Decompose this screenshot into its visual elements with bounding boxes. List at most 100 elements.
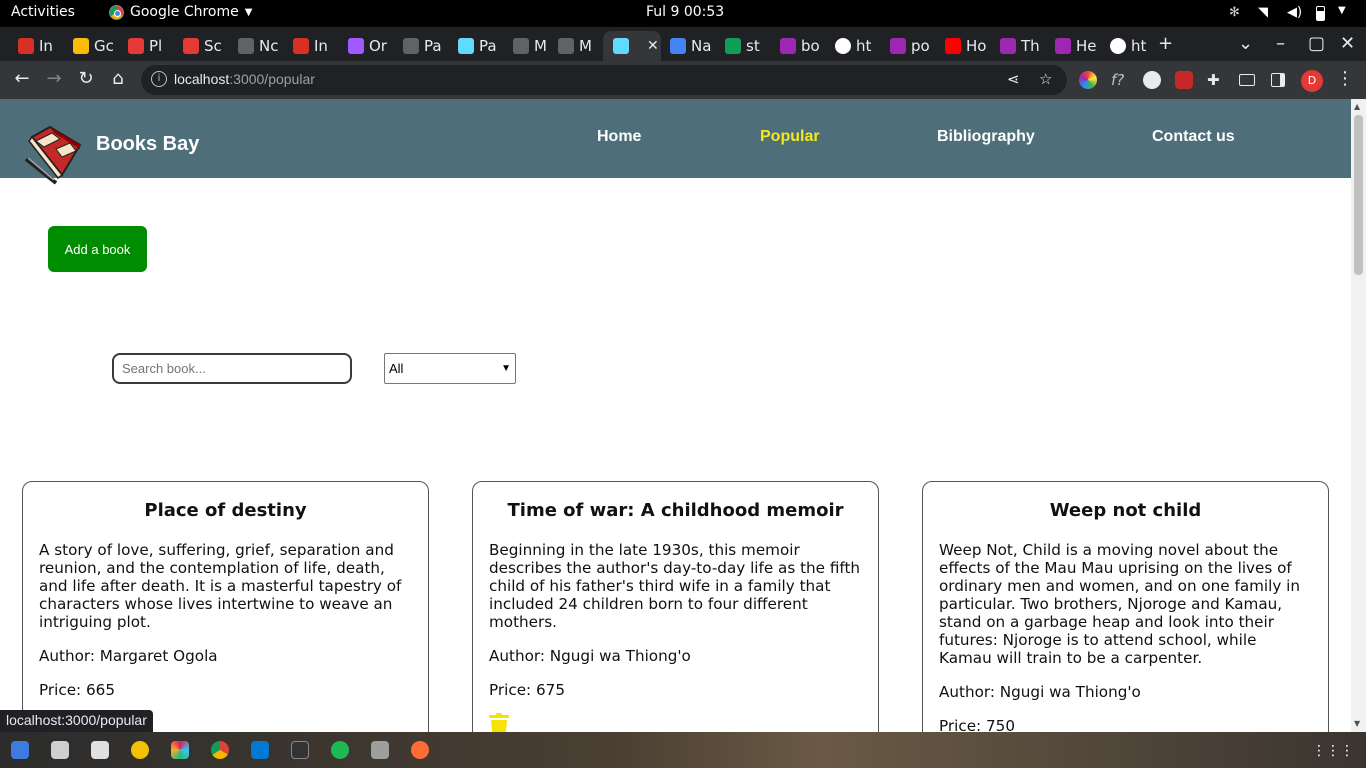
browser-tab[interactable]: Nc [228, 31, 282, 61]
browser-tab[interactable]: Pa [393, 31, 447, 61]
trash-icon[interactable] [489, 713, 509, 732]
browser-tab[interactable]: In [283, 31, 337, 61]
slack-tray-icon[interactable]: ✻ [1229, 5, 1245, 21]
tab-favicon-icon [18, 38, 34, 54]
tab-favicon-icon [670, 38, 686, 54]
brand-name[interactable]: Books Bay [96, 133, 199, 156]
browser-tab[interactable]: ✕ [603, 31, 661, 61]
browser-tab[interactable]: ht [825, 31, 879, 61]
system-tray[interactable]: ✻ ◥ ◀) ▼ [1229, 5, 1354, 21]
scroll-up-icon[interactable]: ▲ [1354, 102, 1360, 111]
activities-button[interactable]: Activities [11, 4, 75, 20]
app-dock-icon[interactable] [131, 741, 149, 759]
browser-tab[interactable]: M [548, 31, 602, 61]
files-dock-icon[interactable] [91, 741, 109, 759]
app-name: Google Chrome [130, 4, 239, 20]
browser-tab[interactable]: po [880, 31, 934, 61]
clock[interactable]: Ful 9 00:53 [646, 4, 724, 20]
wifi-icon[interactable]: ◥ [1258, 5, 1274, 21]
browser-tab[interactable]: Ho [935, 31, 989, 61]
side-panel-icon[interactable] [1271, 73, 1285, 87]
screenshot-dock-icon[interactable] [51, 741, 69, 759]
chrome-icon [109, 4, 124, 20]
color-picker-extension-icon[interactable] [1079, 71, 1097, 89]
battery-icon[interactable] [1316, 5, 1325, 21]
page-scrollbar[interactable]: ▲ ▼ [1351, 99, 1366, 732]
tab-favicon-icon [835, 38, 851, 54]
chrome-dock-icon[interactable] [211, 741, 229, 759]
file-manager-dock-icon[interactable] [11, 741, 29, 759]
new-tab-icon[interactable]: + [1158, 33, 1173, 54]
tab-title: Pl [149, 37, 163, 55]
back-icon[interactable]: ← [10, 68, 34, 89]
bookmark-star-icon[interactable]: ☆ [1039, 70, 1052, 88]
site-info-icon[interactable]: i [151, 71, 167, 87]
spotify-dock-icon[interactable] [331, 741, 349, 759]
minimize-icon[interactable]: – [1276, 33, 1285, 54]
nav-bibliography[interactable]: Bibliography [937, 128, 1035, 146]
browser-tab[interactable]: Or [338, 31, 392, 61]
nav-contact-us[interactable]: Contact us [1152, 128, 1235, 146]
tab-title: He [1076, 37, 1097, 55]
tab-title: Nc [259, 37, 279, 55]
more-menu-icon[interactable]: ⋮ [1333, 68, 1357, 89]
app-grid-icon[interactable]: ⋮⋮⋮ [1312, 743, 1354, 759]
cast-icon[interactable] [1239, 74, 1255, 86]
vscode-dock-icon[interactable] [251, 741, 269, 759]
browser-tab[interactable]: bo [770, 31, 824, 61]
terminal-dock-icon[interactable] [291, 741, 309, 759]
tab-title: Th [1021, 37, 1040, 55]
book-description: Beginning in the late 1930s, this memoir… [489, 541, 861, 631]
add-book-button[interactable]: Add a book [48, 226, 147, 272]
tab-favicon-icon [183, 38, 199, 54]
close-tab-icon[interactable]: ✕ [647, 38, 659, 54]
tab-title: M [534, 37, 547, 55]
profile-avatar[interactable]: D [1301, 70, 1323, 92]
url-text[interactable]: localhost:3000/popular [174, 71, 315, 87]
book-title: Weep not child [1049, 500, 1202, 521]
tab-search-icon[interactable]: ⌄ [1238, 33, 1253, 54]
filter-select[interactable]: All ▼ [384, 353, 516, 384]
extension-icon[interactable] [1175, 71, 1193, 89]
home-icon[interactable]: ⌂ [106, 68, 130, 89]
book-description: Weep Not, Child is a moving novel about … [939, 541, 1301, 667]
scrollbar-thumb[interactable] [1354, 115, 1363, 275]
tab-favicon-icon [558, 38, 574, 54]
browser-tab[interactable]: Na [660, 31, 714, 61]
browser-tab[interactable]: st [715, 31, 769, 61]
book-logo-icon[interactable] [22, 125, 84, 185]
scroll-down-icon[interactable]: ▼ [1354, 719, 1360, 728]
extension-icon[interactable] [1143, 71, 1161, 89]
browser-tab[interactable]: He [1045, 31, 1099, 61]
search-input[interactable]: Search book... [112, 353, 352, 384]
book-title: Place of destiny [144, 500, 307, 521]
forward-icon[interactable]: → [42, 68, 66, 89]
web-page: Books Bay Home Popular Bibliography Cont… [0, 99, 1351, 732]
font-extension-icon[interactable]: f? [1111, 71, 1129, 89]
tab-title: bo [801, 37, 820, 55]
address-bar[interactable]: i localhost:3000/popular ⋖ ☆ [141, 65, 1067, 95]
reload-icon[interactable]: ↻ [74, 68, 98, 89]
tab-title: ht [1131, 37, 1147, 55]
nav-popular[interactable]: Popular [760, 128, 820, 146]
tab-title: In [314, 37, 328, 55]
database-dock-icon[interactable] [371, 741, 389, 759]
nav-home[interactable]: Home [597, 128, 641, 146]
restore-icon[interactable]: ▢ [1308, 33, 1325, 54]
postman-dock-icon[interactable] [411, 741, 429, 759]
tab-title: po [911, 37, 930, 55]
share-icon[interactable]: ⋖ [1007, 70, 1020, 88]
browser-tab[interactable]: Pa [448, 31, 502, 61]
browser-tab[interactable]: Sc [173, 31, 227, 61]
chevron-down-icon[interactable]: ▼ [1338, 5, 1354, 21]
extensions-puzzle-icon[interactable]: ✚ [1207, 71, 1225, 89]
volume-icon[interactable]: ◀) [1287, 5, 1303, 21]
browser-tab[interactable]: Pl [118, 31, 172, 61]
app-menu[interactable]: Google Chrome ▼ [109, 4, 252, 20]
slack-dock-icon[interactable] [171, 741, 189, 759]
browser-tab[interactable]: ht [1100, 31, 1154, 61]
browser-tab[interactable]: Gc [63, 31, 117, 61]
close-window-icon[interactable]: ✕ [1340, 33, 1355, 54]
browser-tab[interactable]: Th [990, 31, 1044, 61]
browser-tab[interactable]: In [8, 31, 62, 61]
